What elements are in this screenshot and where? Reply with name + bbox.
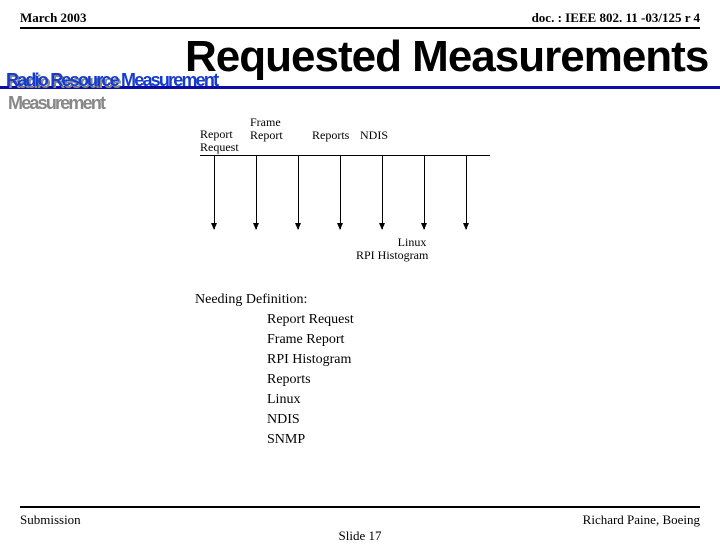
header-date: March 2003	[20, 10, 87, 26]
label-frame-report: Frame Report	[250, 116, 283, 142]
arrow-5	[382, 155, 383, 229]
wordart-front: Radio Resource Measurement	[6, 70, 217, 90]
footer-left: Submission	[20, 512, 81, 528]
arrow-3	[298, 155, 299, 229]
label-report-request: Report Request	[200, 128, 239, 154]
slide-header: March 2003 doc. : IEEE 802. 11 -03/125 r…	[20, 10, 700, 26]
arrow-4	[340, 155, 341, 229]
arrow-7	[466, 155, 467, 229]
slide-footer: Submission Richard Paine, Boeing Slide 1…	[20, 512, 700, 528]
wordart-sidebar: Radio Resource Measurement Radio Resourc…	[6, 70, 217, 91]
definition-item: SNMP	[195, 430, 354, 450]
footer-rule	[20, 506, 700, 508]
slide-page: March 2003 doc. : IEEE 802. 11 -03/125 r…	[0, 0, 720, 540]
slide-title: Requested Measurements	[185, 32, 720, 82]
definition-item: Linux	[195, 390, 354, 410]
definition-item: NDIS	[195, 410, 354, 430]
arrow-baseline	[200, 155, 490, 156]
arrow-1	[214, 155, 215, 229]
arrow-diagram: Report Request Frame Report Reports NDIS	[200, 140, 490, 260]
header-rule	[20, 27, 700, 29]
footer-right: Richard Paine, Boeing	[583, 512, 700, 528]
output-rpi: RPI Histogram	[356, 249, 428, 262]
arrow-6	[424, 155, 425, 229]
header-docnum: doc. : IEEE 802. 11 -03/125 r 4	[532, 10, 700, 26]
title-area: Requested Measurements	[185, 32, 720, 82]
arrow-2	[256, 155, 257, 229]
definition-item: Frame Report	[195, 330, 354, 350]
output-labels: Linux RPI Histogram	[356, 236, 428, 262]
definition-item: Report Request	[195, 310, 354, 330]
definition-item: Reports	[195, 370, 354, 390]
definition-block: Needing Definition: Report Request Frame…	[195, 290, 354, 450]
definition-heading: Needing Definition:	[195, 290, 354, 310]
label-reports: Reports	[312, 129, 349, 142]
label-ndis: NDIS	[360, 129, 388, 142]
definition-item: RPI Histogram	[195, 350, 354, 370]
footer-center: Slide 17	[20, 528, 700, 544]
